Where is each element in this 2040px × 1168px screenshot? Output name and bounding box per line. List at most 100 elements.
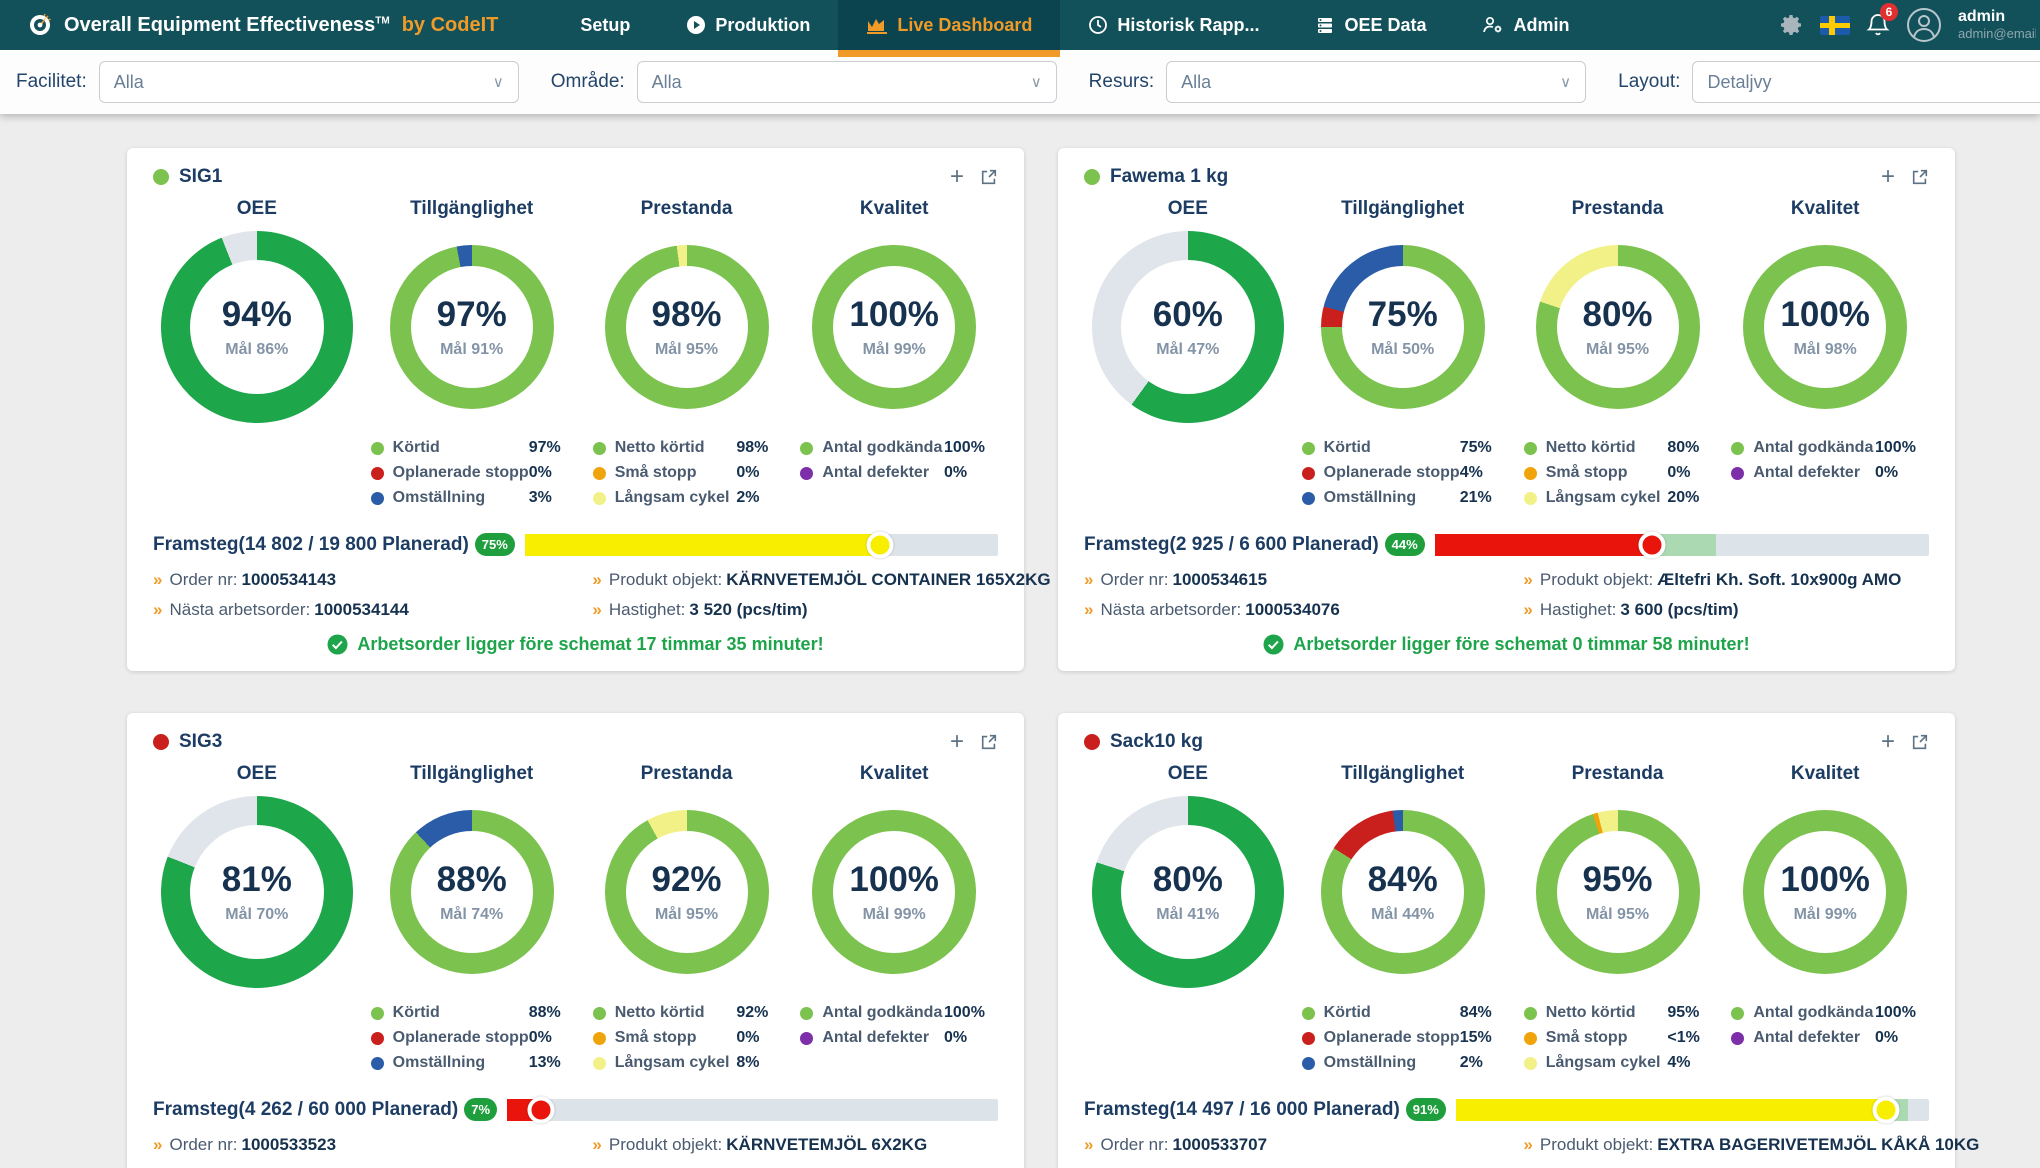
info-label: Hastighet: — [1540, 600, 1617, 619]
legend-value: 0% — [736, 464, 786, 482]
legend-label: Körtid — [393, 439, 529, 457]
legend-label: Omställning — [393, 489, 529, 507]
legend-label: Antal defekter — [1753, 464, 1875, 482]
legend-row: Körtid 97% — [371, 439, 579, 457]
info-label: Nästa arbetsorder: — [1100, 600, 1241, 619]
legend-label: Antal defekter — [1753, 1029, 1875, 1047]
machine-card-fawema-1-kg: Fawema 1 kg + OEE 60% Mål 47% — [1058, 148, 1955, 671]
info-order-nr: Order nr:1000534143 — [153, 570, 592, 590]
donut-legend — [1084, 439, 1292, 531]
legend-value: 100% — [1875, 439, 1925, 457]
legend-dot-icon — [593, 1007, 606, 1020]
legend-value: <1% — [1667, 1029, 1717, 1047]
legend-value: 0% — [736, 1029, 786, 1047]
legend-label: Netto körtid — [615, 1004, 737, 1022]
nav-tab-historisk-rapp[interactable]: Historisk Rapp... — [1060, 0, 1287, 50]
progress-row: Framsteg(2 925 / 6 600 Planerad) 44% — [1084, 533, 1929, 556]
legend-value: 80% — [1667, 439, 1717, 457]
legend-value: 100% — [944, 1004, 994, 1022]
donut-column: OEE 94% Mål 86% — [153, 192, 361, 531]
progress-label: Framsteg(14 497 / 16 000 Planerad) — [1084, 1099, 1400, 1121]
donut-column: Tillgänglighet 84% Mål 44% Körtid 84% Op… — [1292, 757, 1514, 1096]
legend-row: Antal godkända 100% — [800, 1004, 994, 1022]
legend-label: Långsam cykel — [615, 1054, 737, 1072]
app-logo-gauge-icon — [26, 11, 54, 39]
nav-tab-produktion[interactable]: Produktion — [658, 0, 838, 50]
donut-area: 88% Mål 74% — [390, 789, 554, 994]
donut-legend: Antal godkända 100% Antal defekter 0% — [790, 439, 998, 531]
progress-badge: 75% — [475, 533, 515, 556]
donut-title: OEE — [237, 198, 277, 220]
add-icon[interactable]: + — [1881, 168, 1895, 186]
legend-value: 20% — [1667, 489, 1717, 507]
info-label: Produkt objekt: — [609, 1135, 722, 1154]
info-value: 1000534144 — [314, 600, 409, 619]
donut-column: OEE 80% Mål 41% — [1084, 757, 1292, 1096]
info-value: 1000533523 — [242, 1135, 337, 1154]
card-actions: + — [1881, 733, 1929, 751]
card-title: Sack10 kg — [1110, 731, 1203, 753]
donut-center: 95% Mål 95% — [1557, 831, 1679, 953]
progress-row: Framsteg(14 497 / 16 000 Planerad) 91% — [1084, 1098, 1929, 1121]
legend-value: 100% — [944, 439, 994, 457]
notifications-bell-icon[interactable]: 6 — [1866, 12, 1890, 38]
donut-column: Kvalitet 100% Mål 99% Antal godkända 100… — [1721, 757, 1929, 1096]
legend-label: Små stopp — [615, 464, 737, 482]
order-info: Order nr:1000533523 Produkt objekt:KÄRNV… — [153, 1135, 998, 1168]
legend-row: Omställning 2% — [1302, 1054, 1510, 1072]
legend-dot-icon — [593, 1057, 606, 1070]
nav-tab-admin[interactable]: Admin — [1454, 0, 1597, 50]
nav-tab-oee-data[interactable]: OEE Data — [1287, 0, 1454, 50]
data-rows-icon — [1315, 15, 1335, 35]
user-avatar-icon[interactable] — [1906, 7, 1942, 43]
donut-chart: 94% Mål 86% — [161, 231, 353, 423]
add-icon[interactable]: + — [950, 168, 964, 186]
info-label: Hastighet: — [609, 600, 686, 619]
popout-icon[interactable] — [980, 168, 998, 186]
donut-legend: Antal godkända 100% Antal defekter 0% — [1721, 1004, 1929, 1096]
legend-dot-icon — [800, 1032, 813, 1045]
add-icon[interactable]: + — [1881, 733, 1895, 751]
donut-title: Tillgänglighet — [410, 763, 533, 785]
settings-gear-icon[interactable] — [1780, 13, 1804, 37]
info-produkt-objekt: Produkt objekt:EXTRA BAGERIVETEMJÖL KÅKÅ… — [1523, 1135, 1929, 1155]
donut-chart: 100% Mål 99% — [1743, 810, 1907, 974]
info-produkt-objekt: Produkt objekt:Æltefri Kh. Soft. 10x900g… — [1523, 570, 1929, 590]
legend-row: Långsam cykel 8% — [593, 1054, 787, 1072]
donut-column: Kvalitet 100% Mål 98% Antal godkända 100… — [1721, 192, 1929, 531]
legend-label: Antal godkända — [822, 1004, 944, 1022]
legend-label: Netto körtid — [1546, 1004, 1668, 1022]
info-label: Produkt objekt: — [1540, 570, 1653, 589]
donut-center: 94% Mål 86% — [190, 260, 324, 394]
donut-chart: 100% Mål 99% — [812, 245, 976, 409]
donut-legend: Körtid 88% Oplanerade stopp 0% Omställni… — [361, 1004, 583, 1096]
nav-tab-live-dashboard[interactable]: Live Dashboard — [838, 0, 1060, 50]
user-gear-icon — [1482, 15, 1504, 35]
filter-select[interactable]: Detaljvy ∨ — [1692, 61, 2040, 103]
filter-select[interactable]: Alla ∨ — [99, 61, 519, 103]
filter-select[interactable]: Alla ∨ — [1166, 61, 1586, 103]
donut-title: Tillgänglighet — [410, 198, 533, 220]
history-icon — [1088, 15, 1108, 35]
add-icon[interactable]: + — [950, 733, 964, 751]
legend-dot-icon — [371, 442, 384, 455]
legend-label: Oplanerade stopp — [1324, 1029, 1460, 1047]
legend-label: Långsam cykel — [1546, 489, 1668, 507]
app-title: Overall Equipment EffectivenessTM — [64, 14, 390, 37]
legend-value: 98% — [736, 439, 786, 457]
legend-value: 95% — [1667, 1004, 1717, 1022]
popout-icon[interactable] — [980, 733, 998, 751]
donut-target: Mål 91% — [440, 341, 503, 359]
user-info[interactable]: admin admin@email — [1958, 8, 2036, 41]
donut-center: 97% Mål 91% — [411, 266, 533, 388]
filter-select[interactable]: Alla ∨ — [637, 61, 1057, 103]
info-value: Æltefri Kh. Soft. 10x900g AMO — [1657, 570, 1901, 589]
resource-status-dot — [1084, 734, 1100, 750]
legend-label: Antal godkända — [822, 439, 944, 457]
nav-tab-setup[interactable]: Setup — [552, 0, 658, 50]
language-flag-sweden-icon[interactable] — [1820, 16, 1850, 35]
progress-badge: 44% — [1385, 533, 1425, 556]
donut-center: 84% Mål 44% — [1342, 831, 1464, 953]
popout-icon[interactable] — [1911, 733, 1929, 751]
popout-icon[interactable] — [1911, 168, 1929, 186]
